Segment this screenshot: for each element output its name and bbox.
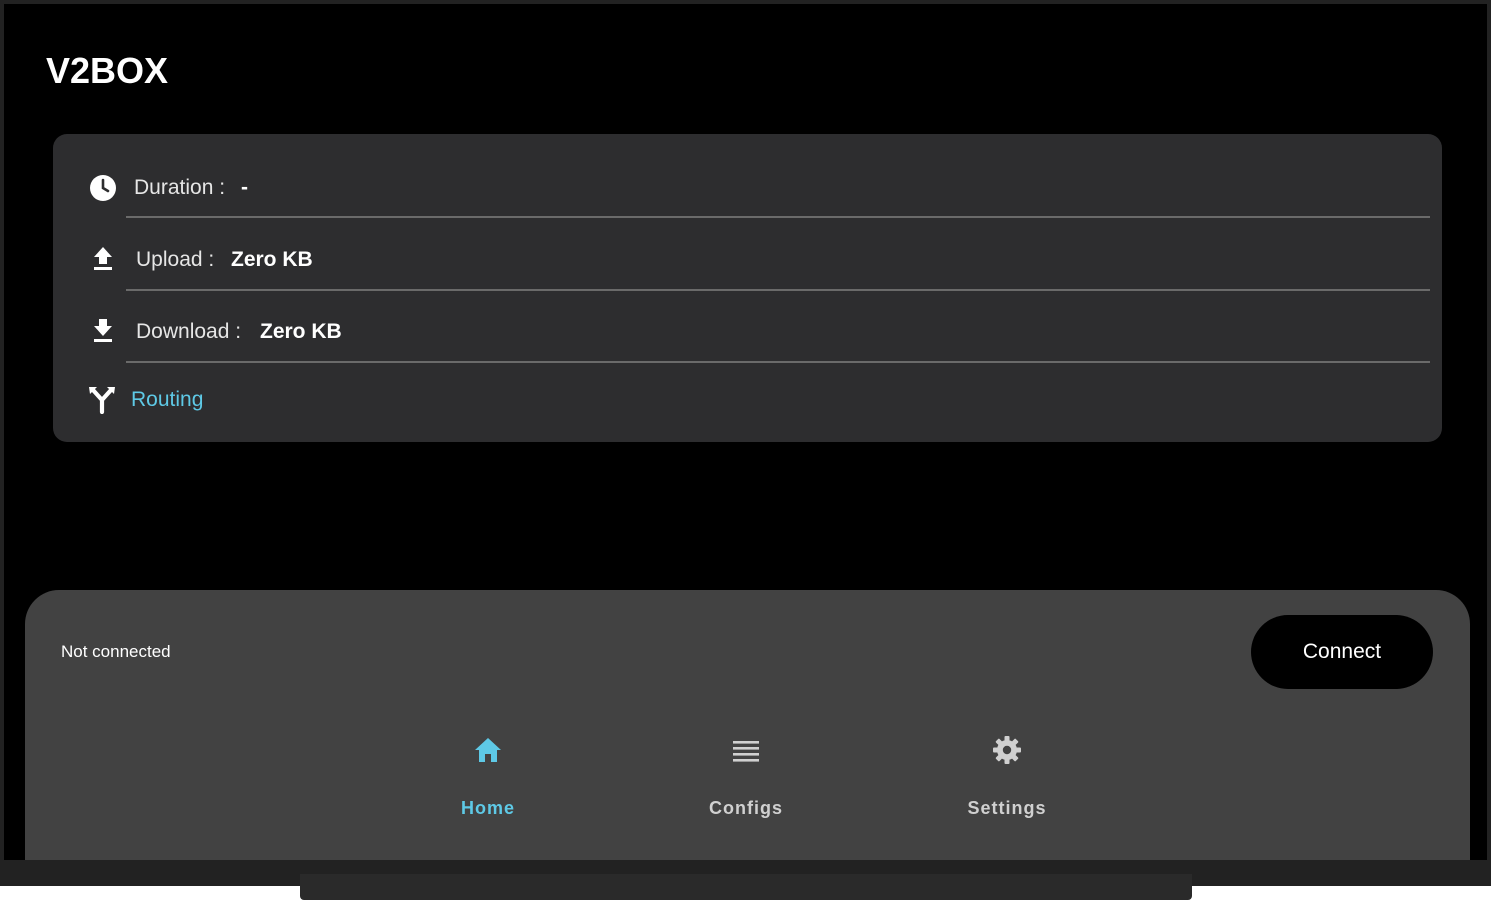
tv-stand bbox=[300, 874, 1192, 900]
routing-row[interactable]: Routing bbox=[53, 366, 1442, 438]
stats-card: Duration : - Upload : Zero KB Download:… bbox=[53, 134, 1442, 442]
duration-label: Duration : bbox=[134, 176, 226, 199]
nav-label-configs: Configs bbox=[709, 798, 783, 818]
divider bbox=[126, 289, 1430, 291]
divider bbox=[126, 361, 1430, 363]
connect-button[interactable]: Connect bbox=[1251, 615, 1433, 689]
nav-label-settings: Settings bbox=[967, 798, 1047, 818]
routing-link[interactable]: Routing bbox=[131, 388, 203, 412]
upload-label: Upload : bbox=[136, 248, 215, 271]
list-icon bbox=[733, 741, 759, 762]
tv-frame: V2BOX Duration : - Upload : Zero KB Down… bbox=[0, 0, 1491, 900]
download-row: Download : Zero KB bbox=[53, 296, 1442, 368]
download-label: Download : bbox=[136, 320, 242, 343]
bottom-panel: Not connected Connect Home Configs Setti… bbox=[25, 590, 1470, 860]
nav-item-settings[interactable]: Settings bbox=[937, 730, 1077, 830]
download-icon bbox=[94, 319, 112, 342]
connection-status: Not connected bbox=[61, 642, 171, 661]
nav-label-home: Home bbox=[460, 798, 515, 818]
gear-icon bbox=[993, 736, 1021, 764]
app-screen: V2BOX Duration : - Upload : Zero KB Down… bbox=[4, 4, 1487, 860]
duration-value: - bbox=[241, 176, 248, 199]
home-icon bbox=[475, 738, 501, 762]
upload-row: Upload : Zero KB bbox=[53, 224, 1442, 296]
download-value: Zero KB bbox=[260, 320, 342, 343]
clock-icon bbox=[90, 175, 116, 201]
routing-icon bbox=[89, 387, 115, 414]
nav-item-configs[interactable]: Configs bbox=[676, 730, 816, 830]
upload-value: Zero KB bbox=[231, 248, 313, 271]
duration-row: Duration : - bbox=[53, 152, 1442, 224]
divider bbox=[126, 216, 1430, 218]
nav-item-home[interactable]: Home bbox=[418, 730, 558, 830]
upload-icon bbox=[94, 247, 112, 270]
app-title: V2BOX bbox=[46, 50, 169, 91]
